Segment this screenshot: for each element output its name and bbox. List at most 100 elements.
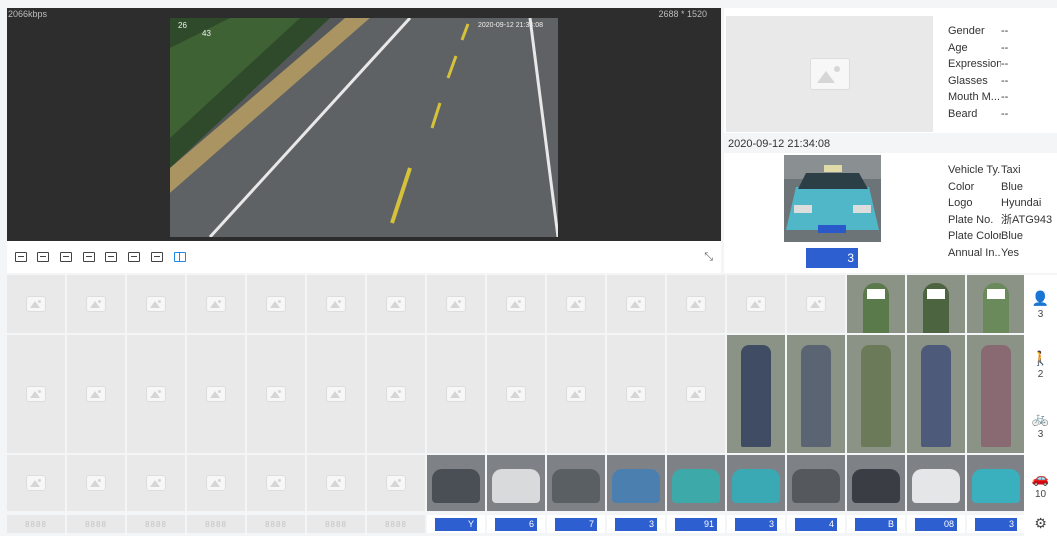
car-shape bbox=[972, 469, 1020, 503]
taxi-image[interactable] bbox=[784, 155, 881, 242]
image-placeholder-icon bbox=[386, 386, 406, 402]
car-shape bbox=[432, 469, 480, 503]
plate-thumbnail[interactable]: 6 bbox=[487, 515, 545, 533]
empty-capture-slot bbox=[367, 275, 425, 333]
attribute-row: Vehicle Ty... Taxi bbox=[948, 162, 1052, 179]
empty-capture-slot bbox=[487, 275, 545, 333]
empty-capture-slot bbox=[307, 455, 365, 511]
category-count: 3 bbox=[1037, 429, 1044, 440]
face-thumbnail[interactable] bbox=[967, 275, 1025, 333]
mode-1-icon[interactable] bbox=[15, 252, 27, 262]
attribute-key: Glasses bbox=[948, 74, 988, 87]
attribute-key: Annual In... bbox=[948, 246, 1001, 259]
image-placeholder-icon bbox=[566, 296, 586, 312]
image-placeholder-icon bbox=[386, 475, 406, 491]
plate-thumbnail[interactable]: 4 bbox=[787, 515, 845, 533]
plate-thumbnail[interactable]: 7 bbox=[547, 515, 605, 533]
mode-7-icon[interactable] bbox=[151, 252, 163, 262]
plate-thumbnail[interactable]: 3 bbox=[806, 248, 858, 268]
mode-8-icon[interactable] bbox=[174, 252, 186, 262]
car-thumbnail[interactable] bbox=[787, 455, 845, 511]
sidebar-item-gear[interactable]: ⚙ bbox=[1024, 515, 1057, 532]
face-mask bbox=[867, 289, 885, 299]
image-placeholder-icon bbox=[326, 475, 346, 491]
car-thumbnail[interactable] bbox=[907, 455, 965, 511]
plate-suffix: 3 bbox=[847, 251, 854, 265]
sidebar-item-car[interactable]: 🚗 10 bbox=[1024, 470, 1057, 500]
mode-6-icon[interactable] bbox=[128, 252, 140, 262]
attribute-key: Vehicle Ty... bbox=[948, 164, 1001, 176]
mode-5-icon[interactable] bbox=[105, 252, 117, 262]
face-mask bbox=[927, 289, 945, 299]
body-thumbnail[interactable] bbox=[787, 335, 845, 453]
empty-capture-slot bbox=[67, 275, 125, 333]
mode-3-icon[interactable] bbox=[60, 252, 72, 262]
empty-plate-slot: 8888 bbox=[247, 515, 305, 533]
car-thumbnail[interactable] bbox=[727, 455, 785, 511]
image-placeholder-icon bbox=[206, 475, 226, 491]
sidebar-item-pedestrian[interactable]: 🚶 2 bbox=[1024, 350, 1057, 380]
car-shape bbox=[612, 469, 660, 503]
car-thumbnail[interactable] bbox=[667, 455, 725, 511]
attribute-key: Expression bbox=[948, 58, 1001, 70]
image-placeholder-icon bbox=[266, 296, 286, 312]
car-thumbnail[interactable] bbox=[427, 455, 485, 511]
sidebar-item-bicycle[interactable]: 🚲 3 bbox=[1024, 410, 1057, 440]
image-placeholder-icon bbox=[446, 386, 466, 402]
image-placeholder-icon bbox=[386, 296, 406, 312]
car-shape bbox=[912, 469, 960, 503]
plate-thumbnail[interactable]: 08 bbox=[907, 515, 965, 533]
fullscreen-icon[interactable]: ⤡ bbox=[704, 251, 713, 264]
attribute-value: Hyundai bbox=[1001, 197, 1042, 209]
plate-thumbnail[interactable]: 3 bbox=[967, 515, 1025, 533]
pedestrian-icon: 🚶 bbox=[1031, 350, 1050, 366]
body-thumbnail[interactable] bbox=[727, 335, 785, 453]
mode-4-icon[interactable] bbox=[83, 252, 95, 262]
car-thumbnail[interactable] bbox=[607, 455, 665, 511]
image-placeholder-icon bbox=[566, 386, 586, 402]
category-count: 10 bbox=[1034, 489, 1047, 500]
body-thumbnail[interactable] bbox=[907, 335, 965, 453]
sidebar-item-person[interactable]: 👤 3 bbox=[1024, 290, 1057, 320]
live-video[interactable]: 2066kbps 2688 * 1520 26 43 2020-09-12 21… bbox=[7, 8, 721, 241]
attribute-key: Beard bbox=[948, 107, 978, 120]
face-thumbnail[interactable] bbox=[847, 275, 905, 333]
attribute-row: Mouth M... -- bbox=[948, 89, 1008, 106]
car-shape bbox=[672, 469, 720, 503]
face-attributes: Gender -- Age -- Expression -- Glasses -- Mouth … bbox=[948, 23, 1008, 122]
empty-capture-slot bbox=[187, 335, 245, 453]
image-placeholder-icon bbox=[506, 386, 526, 402]
image-placeholder-icon bbox=[86, 296, 106, 312]
mode-2-icon[interactable] bbox=[37, 252, 49, 262]
empty-capture-slot bbox=[367, 455, 425, 511]
plate-suffix: 7 bbox=[555, 518, 597, 531]
image-placeholder-icon bbox=[206, 386, 226, 402]
face-mask bbox=[987, 289, 1005, 299]
person-icon: 👤 bbox=[1031, 290, 1050, 306]
plate-thumbnail[interactable]: 3 bbox=[727, 515, 785, 533]
car-thumbnail[interactable] bbox=[547, 455, 605, 511]
face-thumbnail[interactable] bbox=[907, 275, 965, 333]
empty-plate-slot: 8888 bbox=[367, 515, 425, 533]
empty-capture-slot bbox=[247, 455, 305, 511]
body-thumbnail[interactable] bbox=[967, 335, 1025, 453]
bicycle-icon: 🚲 bbox=[1031, 410, 1050, 426]
plate-thumbnail[interactable]: 91 bbox=[667, 515, 725, 533]
plate-suffix: 3 bbox=[615, 518, 657, 531]
attribute-value: Yes bbox=[1001, 246, 1019, 259]
car-thumbnail[interactable] bbox=[847, 455, 905, 511]
plate-thumbnail[interactable]: Y bbox=[427, 515, 485, 533]
road-scene-image: 26 43 2020-09-12 21:34:08 bbox=[170, 18, 558, 237]
plate-thumbnail[interactable]: B bbox=[847, 515, 905, 533]
face-panel: Gender -- Age -- Expression -- Glasses -- Mouth … bbox=[724, 8, 1057, 133]
overlay-number-2: 43 bbox=[202, 29, 211, 38]
body-shape bbox=[801, 345, 831, 447]
body-thumbnail[interactable] bbox=[847, 335, 905, 453]
car-thumbnail[interactable] bbox=[487, 455, 545, 511]
attribute-row: Beard -- bbox=[948, 106, 1008, 123]
attribute-value: -- bbox=[1001, 41, 1009, 54]
plate-thumbnail[interactable]: 3 bbox=[607, 515, 665, 533]
car-thumbnail[interactable] bbox=[967, 455, 1025, 511]
attribute-key: Logo bbox=[948, 197, 973, 209]
empty-capture-slot bbox=[667, 275, 725, 333]
